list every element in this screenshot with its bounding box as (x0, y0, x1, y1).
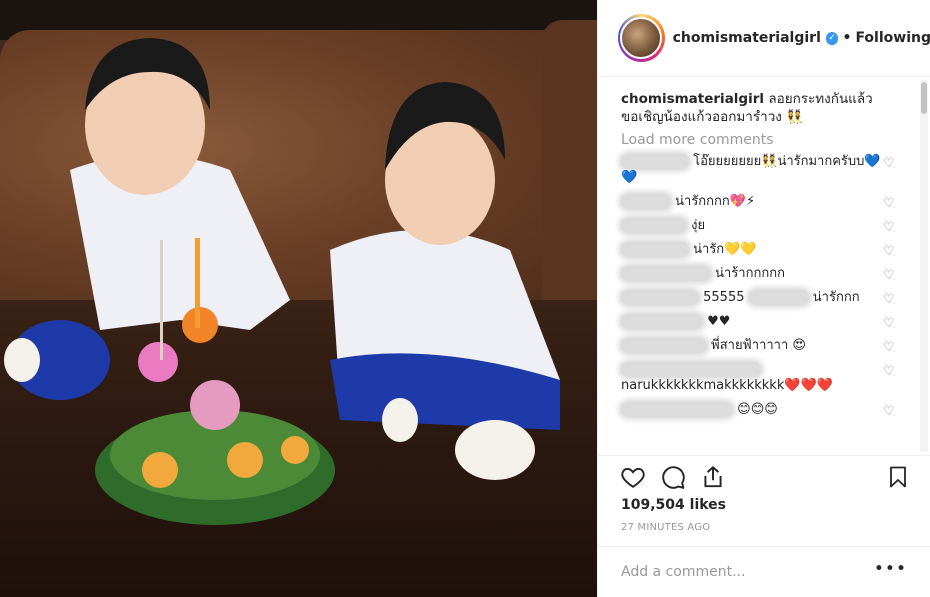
comment-username-redacted[interactable] (621, 266, 711, 281)
comment-text-2: น่ารักกก (812, 290, 860, 305)
comment-text: งุ่ย (691, 218, 706, 233)
comment-item: ♥♥ ♡ (621, 314, 895, 331)
verified-badge-icon: ✓ (825, 31, 839, 45)
comment-text: narukkkkkkkmakkkkkkkk❤️❤️❤️ (621, 378, 833, 393)
comment-item: งุ่ย ♡ (621, 218, 895, 235)
following-button[interactable]: Following (855, 30, 930, 46)
comment-text: ♥♥ (707, 314, 731, 329)
bookmark-icon[interactable] (886, 464, 910, 490)
comment-text: น่าร้ากกกกก (715, 266, 785, 281)
comment-username-redacted[interactable] (621, 194, 671, 209)
heart-icon[interactable] (620, 464, 646, 490)
comment-icon[interactable] (660, 464, 686, 490)
comments-list: chomismaterialgirl ลอยกระทงกันแล้ว ขอเชิ… (598, 78, 930, 454)
comment-like-heart-icon[interactable]: ♡ (883, 340, 895, 356)
comment-username-redacted[interactable] (621, 338, 707, 353)
comment-like-heart-icon[interactable]: ♡ (883, 220, 895, 236)
comment-mention-redacted[interactable] (748, 290, 809, 305)
post-details-pane: chomismaterialgirl ✓ • Following chomism… (597, 0, 930, 597)
post-photo[interactable] (0, 0, 597, 597)
add-comment-bar: Add a comment... ••• (598, 546, 930, 597)
comment-item: โอ๊ยยยยยยย👯น่ารักมากครับบ💙💙 ♡ (621, 154, 895, 186)
comments-scrollbar-track[interactable] (920, 80, 928, 452)
caption-username[interactable]: chomismaterialgirl (621, 91, 764, 107)
comment-like-heart-icon[interactable]: ♡ (883, 268, 895, 284)
comment-item: 55555 น่ารักกก ♡ (621, 290, 895, 307)
comment-username-redacted[interactable] (621, 218, 687, 233)
header-separator: • (842, 30, 852, 46)
comment-item: น่าร้ากกกกก ♡ (621, 266, 895, 283)
comments-scrollbar-thumb[interactable] (921, 82, 927, 114)
photo-illustration (4, 38, 560, 525)
comment-like-heart-icon[interactable]: ♡ (883, 244, 895, 260)
comment-text: 😊😊😊 (737, 402, 778, 417)
comment-item: พี่สายฟ้าาาาา 😍 ♡ (621, 338, 895, 355)
comment-like-heart-icon[interactable]: ♡ (883, 196, 895, 212)
add-comment-input[interactable]: Add a comment... (621, 564, 745, 580)
comment-username-redacted[interactable] (621, 402, 733, 417)
share-icon[interactable] (700, 464, 726, 490)
comment-item: 😊😊😊 ♡ (621, 402, 895, 419)
post-timestamp[interactable]: 27 MINUTES AGO (621, 522, 710, 533)
comment-like-heart-icon[interactable]: ♡ (883, 156, 895, 172)
avatar[interactable] (620, 17, 663, 59)
comment-text: น่ารัก💛💛 (693, 242, 757, 257)
header-username[interactable]: chomismaterialgirl (673, 30, 821, 46)
comment-username-redacted[interactable] (621, 362, 761, 377)
comment-username-redacted[interactable] (621, 154, 689, 169)
comment-text: พี่สายฟ้าาาาา 😍 (711, 338, 806, 353)
comment-item: narukkkkkkkmakkkkkkkk❤️❤️❤️ ♡ (621, 362, 895, 394)
comment-item: น่ารักกกก💖⚡ ♡ (621, 194, 895, 211)
comment-username-redacted[interactable] (621, 314, 703, 329)
comment-username-redacted[interactable] (621, 242, 689, 257)
more-options-button[interactable]: ••• (874, 559, 907, 579)
post-header: chomismaterialgirl ✓ • Following (598, 0, 930, 77)
comment-text: 55555 (703, 290, 745, 305)
post-actions-bar (598, 455, 930, 500)
comment-text: น่ารักกกก💖⚡ (675, 194, 756, 209)
load-more-comments-button[interactable]: Load more comments (621, 132, 930, 148)
comment-like-heart-icon[interactable]: ♡ (883, 316, 895, 332)
comment-like-heart-icon[interactable]: ♡ (883, 364, 895, 380)
post-caption: chomismaterialgirl ลอยกระทงกันแล้ว ขอเชิ… (621, 90, 893, 126)
likes-count[interactable]: 109,504 likes (621, 497, 726, 513)
comment-like-heart-icon[interactable]: ♡ (883, 404, 895, 420)
comment-item: น่ารัก💛💛 ♡ (621, 242, 895, 259)
comment-username-redacted[interactable] (621, 290, 699, 305)
comment-like-heart-icon[interactable]: ♡ (883, 292, 895, 308)
avatar-story-ring[interactable] (618, 14, 665, 62)
